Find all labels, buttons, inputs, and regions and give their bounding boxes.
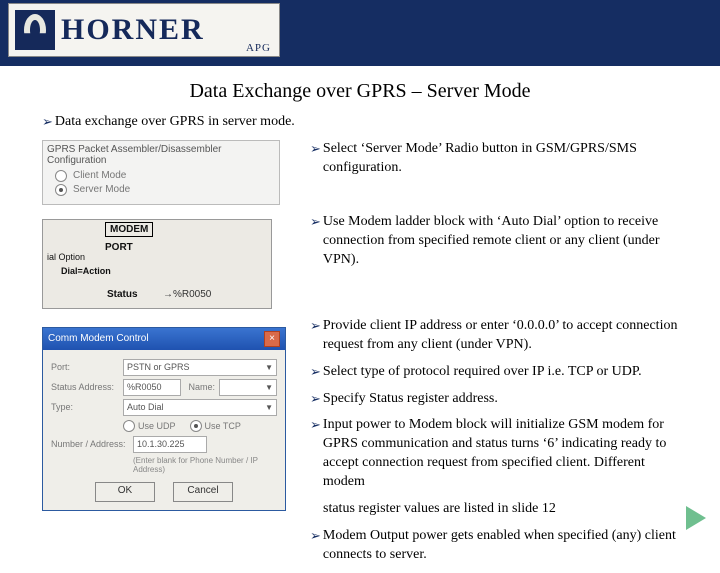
intro-text: Data exchange over GPRS in server mode. [55,113,295,132]
bullet-3: ➢ Provide client IP address or enter ‘0.… [310,317,678,355]
logo: HORNER APG [8,3,280,57]
radio-icon [190,420,202,432]
bullet-6b-text: status register values are listed in sli… [323,500,556,519]
type-label: Type: [51,402,123,412]
comm-modem-window: Comm Modem Control × Port: PSTN or GPRS … [42,327,286,511]
row-2: MODEM ial Option PORT Dial=Action Status… [42,213,678,309]
modem-header: MODEM [105,222,153,237]
text-col-1: ➢ Select ‘Server Mode’ Radio button in G… [310,140,678,186]
row-1: GPRS Packet Assembler/Disassembler Confi… [42,140,678,205]
number-hint: (Enter blank for Phone Number / IP Addre… [133,456,277,474]
gprs-config-box: GPRS Packet Assembler/Disassembler Confi… [42,140,280,205]
comm-body: Port: PSTN or GPRS ▼ Status Address: %R0… [43,350,285,510]
modem-block: MODEM ial Option PORT Dial=Action Status… [42,219,272,309]
status-row: Status Address: %R0050 Name: ▼ [51,379,277,396]
text-col-3: ➢ Provide client IP address or enter ‘0.… [310,317,678,573]
gprs-config-image: GPRS Packet Assembler/Disassembler Confi… [42,140,292,205]
udp-label: Use UDP [138,421,176,431]
bullet-icon: ➢ [310,527,321,545]
modem-status-value: →%R0050 [163,289,211,300]
bullet-2: ➢ Use Modem ladder block with ‘Auto Dial… [310,213,678,270]
intro-bullet: ➢ Data exchange over GPRS in server mode… [42,113,678,132]
radio-icon [55,184,67,196]
number-row: Number / Address: 10.1.30.225 [51,436,277,453]
bullet-3-text: Provide client IP address or enter ‘0.0.… [323,317,678,355]
content-area: ➢ Data exchange over GPRS in server mode… [0,113,720,573]
logo-mark [15,10,55,50]
status-address-input[interactable]: %R0050 [123,379,181,396]
port-dropdown[interactable]: PSTN or GPRS ▼ [123,359,277,376]
comm-titlebar: Comm Modem Control × [43,328,285,350]
bullet-6: ➢ Input power to Modem block will initia… [310,416,678,492]
page-title: Data Exchange over GPRS – Server Mode [0,80,720,103]
bullet-5-text: Specify Status register address. [323,390,498,409]
bullet-2-text: Use Modem ladder block with ‘Auto Dial’ … [323,213,678,270]
radio-icon [123,420,135,432]
bullet-6b: status register values are listed in sli… [310,500,678,519]
bullet-7-text: Modem Output power gets enabled when spe… [323,527,678,565]
bullet-icon: ➢ [310,317,321,335]
status-address-label: Status Address: [51,382,123,392]
modem-block-image: MODEM ial Option PORT Dial=Action Status… [42,213,292,309]
bullet-4: ➢ Select type of protocol required over … [310,363,678,382]
header-bar: HORNER APG [0,0,720,66]
name-dropdown[interactable]: ▼ [219,379,277,396]
gprs-client-radio[interactable]: Client Mode [55,170,275,182]
bullet-icon: ➢ [42,113,53,131]
next-arrow-icon[interactable] [686,506,706,530]
number-value: 10.1.30.225 [137,439,185,449]
chevron-down-icon: ▼ [265,363,273,372]
port-label: Port: [51,362,123,372]
bullet-1-text: Select ‘Server Mode’ Radio button in GSM… [323,140,678,178]
modem-status-label: Status [107,289,138,300]
type-value: Auto Dial [127,402,164,412]
bullet-icon: ➢ [310,363,321,381]
logo-name: HORNER [61,15,205,45]
gprs-server-radio[interactable]: Server Mode [55,184,275,196]
comm-window-image: Comm Modem Control × Port: PSTN or GPRS … [42,317,292,511]
udp-radio[interactable]: Use UDP [123,420,176,432]
logo-sub: APG [246,42,271,54]
chevron-down-icon: ▼ [265,383,273,392]
bullet-icon: ➢ [310,213,321,231]
number-label: Number / Address: [51,439,133,449]
status-address-value: %R0050 [127,382,162,392]
comm-title-text: Comm Modem Control [48,333,149,344]
text-col-2: ➢ Use Modem ladder block with ‘Auto Dial… [310,213,678,278]
modem-lbl1: ial Option [47,252,85,262]
bullet-4-text: Select type of protocol required over IP… [323,363,642,382]
type-dropdown[interactable]: Auto Dial ▼ [123,399,277,416]
bullet-1: ➢ Select ‘Server Mode’ Radio button in G… [310,140,678,178]
bullet-6-text: Input power to Modem block will initiali… [323,416,678,492]
radio-icon [55,170,67,182]
chevron-down-icon: ▼ [265,403,273,412]
number-input[interactable]: 10.1.30.225 [133,436,207,453]
cancel-button[interactable]: Cancel [173,482,233,502]
bullet-7: ➢ Modem Output power gets enabled when s… [310,527,678,565]
bullet-icon: ➢ [310,416,321,434]
ok-button[interactable]: OK [95,482,155,502]
row-3: Comm Modem Control × Port: PSTN or GPRS … [42,317,678,573]
modem-lbl2: PORT [105,242,133,253]
dialog-buttons: OK Cancel [51,482,277,502]
bullet-5: ➢ Specify Status register address. [310,390,678,409]
gprs-server-label: Server Mode [73,184,130,195]
gprs-config-title: GPRS Packet Assembler/Disassembler Confi… [47,144,275,166]
tcp-label: Use TCP [205,421,241,431]
port-row: Port: PSTN or GPRS ▼ [51,359,277,376]
name-label: Name: [181,382,219,392]
tcp-radio[interactable]: Use TCP [190,420,241,432]
gprs-client-label: Client Mode [73,170,126,181]
type-row: Type: Auto Dial ▼ [51,399,277,416]
bullet-icon: ➢ [310,390,321,408]
protocol-radio-group: Use UDP Use TCP [123,420,277,432]
modem-lbl3: Dial=Action [61,266,111,276]
close-icon[interactable]: × [264,331,280,347]
port-value: PSTN or GPRS [127,362,190,372]
bullet-icon: ➢ [310,140,321,158]
